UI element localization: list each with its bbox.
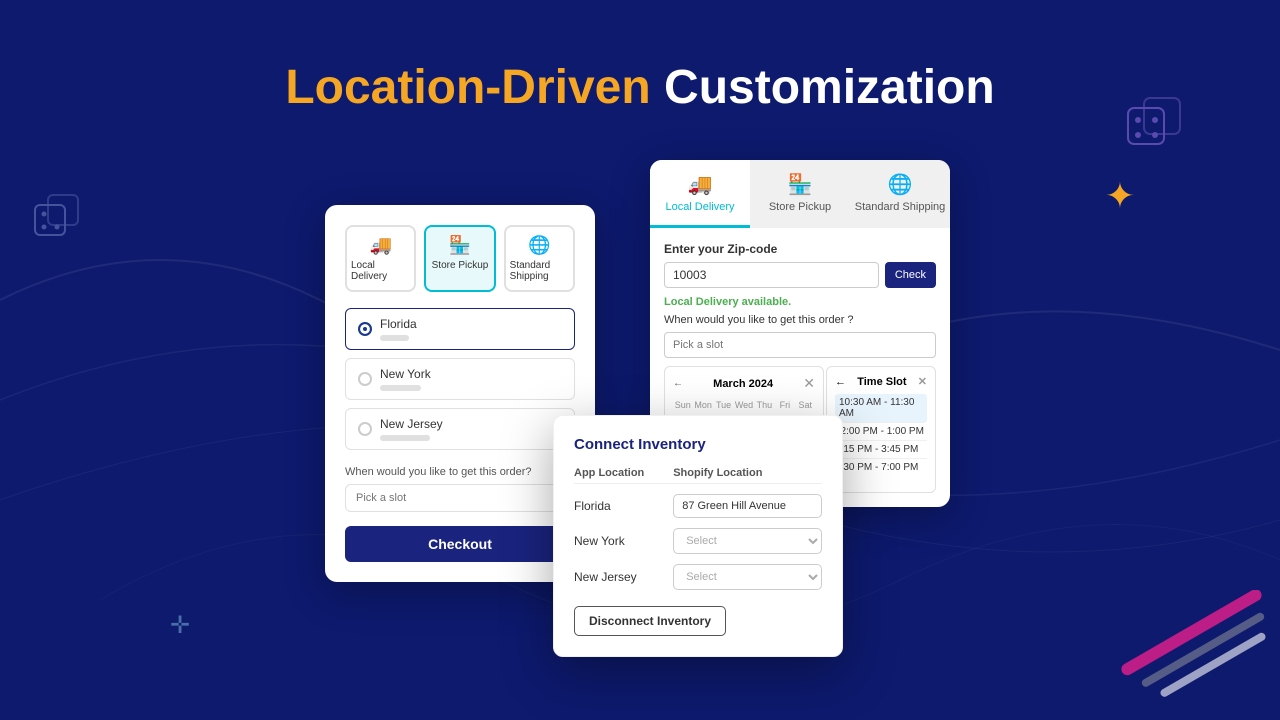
dice-right-icon xyxy=(1120,90,1190,165)
cal-prev-icon[interactable]: ← xyxy=(673,378,683,389)
new-york-label: New York xyxy=(380,367,431,381)
modal-col-shopify-header: Shopify Location xyxy=(673,467,822,479)
disconnect-inventory-button[interactable]: Disconnect Inventory xyxy=(574,606,726,636)
cal-day-tue: Tue xyxy=(714,398,733,412)
cal-header: ← March 2024 ✕ xyxy=(673,375,815,392)
cal-day-thu: Thu xyxy=(755,398,774,412)
tab-standard-shipping-right[interactable]: 🌐 Standard Shipping xyxy=(850,160,950,228)
star-icon: ✦ xyxy=(1105,175,1135,217)
modal-title: Connect Inventory xyxy=(574,436,822,453)
cal-day-fri: Fri xyxy=(775,398,794,412)
delivery-tabs-right: 🚚 Local Delivery 🏪 Store Pickup 🌐 Standa… xyxy=(650,160,950,228)
cal-day-sat: Sat xyxy=(796,398,815,412)
modal-florida-label: Florida xyxy=(574,499,673,513)
modal-florida-input[interactable] xyxy=(673,494,822,518)
tab-standard-shipping-left[interactable]: 🌐 Standard Shipping xyxy=(504,225,575,292)
tab-standard-shipping-label-right: Standard Shipping xyxy=(855,201,946,213)
slot-input-right[interactable] xyxy=(664,332,936,358)
tab-store-pickup-right[interactable]: 🏪 Store Pickup xyxy=(750,160,850,228)
cal-month: March 2024 xyxy=(713,378,773,390)
dice-left-icon xyxy=(30,190,85,250)
time-slot-item-1[interactable]: 12:00 PM - 1:00 PM xyxy=(835,423,927,441)
cal-day-mon: Mon xyxy=(693,398,712,412)
modal-row-florida: Florida xyxy=(574,494,822,518)
zip-row: Check xyxy=(664,262,936,288)
time-slot-item-2[interactable]: 3:15 PM - 3:45 PM xyxy=(835,441,927,459)
cross-icon: ✛ xyxy=(170,611,190,640)
new-jersey-bar xyxy=(380,435,430,441)
cal-day-sun: Sun xyxy=(673,398,692,412)
slot-input-left[interactable] xyxy=(345,484,575,512)
modal-row-new-york: New York Select xyxy=(574,528,822,554)
title-white: Customization xyxy=(664,61,995,114)
when-label-right: When would you like to get this order ? xyxy=(664,314,936,326)
time-slot-title: Time Slot xyxy=(857,376,906,388)
florida-label: Florida xyxy=(380,317,417,331)
modal-new-york-label: New York xyxy=(574,534,673,548)
modal-table-header: App Location Shopify Location xyxy=(574,467,822,484)
time-slot-item-3[interactable]: 5:30 PM - 7:00 PM xyxy=(835,459,927,476)
time-slot-prev-icon[interactable]: ← xyxy=(835,376,846,388)
store-pickup-icon-left: 🏪 xyxy=(449,235,471,256)
new-jersey-label: New Jersey xyxy=(380,417,443,431)
delivery-available-text: Local Delivery available. xyxy=(664,296,936,308)
delivery-tabs-left: 🚚 Local Delivery 🏪 Store Pickup 🌐 Standa… xyxy=(345,225,575,292)
location-options: Florida New York New Jersey xyxy=(345,308,575,450)
tab-local-delivery-label-left: Local Delivery xyxy=(351,260,410,282)
standard-shipping-icon-right: 🌐 xyxy=(888,172,913,197)
location-new-jersey[interactable]: New Jersey xyxy=(345,408,575,450)
local-delivery-icon-right: 🚚 xyxy=(688,172,713,197)
tab-store-pickup-label-left: Store Pickup xyxy=(432,260,489,271)
tab-store-pickup-label-right: Store Pickup xyxy=(769,201,831,213)
modal-col-app-header: App Location xyxy=(574,467,673,479)
radio-new-jersey xyxy=(358,422,372,436)
order-time-label: When would you like to get this order? xyxy=(345,466,575,478)
tab-local-delivery-label-right: Local Delivery xyxy=(665,201,734,213)
connect-inventory-modal: Connect Inventory App Location Shopify L… xyxy=(553,415,843,657)
time-slot-close-icon[interactable]: ✕ xyxy=(918,375,927,388)
zip-check-button[interactable]: Check xyxy=(885,262,936,288)
page-title: Location-Driven Customization xyxy=(285,60,994,115)
cal-close-icon[interactable]: ✕ xyxy=(803,375,815,392)
zip-input[interactable] xyxy=(664,262,879,288)
tab-local-delivery-right[interactable]: 🚚 Local Delivery xyxy=(650,160,750,228)
modal-new-jersey-label: New Jersey xyxy=(574,570,673,584)
location-florida[interactable]: Florida xyxy=(345,308,575,350)
tab-local-delivery-left[interactable]: 🚚 Local Delivery xyxy=(345,225,416,292)
tab-store-pickup-left[interactable]: 🏪 Store Pickup xyxy=(424,225,495,292)
location-new-york[interactable]: New York xyxy=(345,358,575,400)
zip-label: Enter your Zip-code xyxy=(664,242,936,256)
modal-new-jersey-select[interactable]: Select xyxy=(673,564,822,590)
florida-bar xyxy=(380,335,409,341)
modal-new-jersey-select-container: Select xyxy=(673,564,822,590)
modal-florida-select-container xyxy=(673,494,822,518)
title-orange: Location-Driven xyxy=(285,61,650,114)
modal-new-york-select-container: Select xyxy=(673,528,822,554)
local-delivery-icon-left: 🚚 xyxy=(369,235,391,256)
checkout-button[interactable]: Checkout xyxy=(345,526,575,562)
radio-florida xyxy=(358,322,372,336)
tab-standard-shipping-label-left: Standard Shipping xyxy=(510,260,569,282)
time-slot-item-0[interactable]: 10:30 AM - 11:30 AM xyxy=(835,394,927,423)
modal-row-new-jersey: New Jersey Select xyxy=(574,564,822,590)
standard-shipping-icon-left: 🌐 xyxy=(528,235,550,256)
store-pickup-icon-right: 🏪 xyxy=(788,172,813,197)
cal-day-wed: Wed xyxy=(734,398,753,412)
time-slot-header: ← Time Slot ✕ xyxy=(835,375,927,388)
radio-new-york xyxy=(358,372,372,386)
new-york-bar xyxy=(380,385,421,391)
modal-new-york-select[interactable]: Select xyxy=(673,528,822,554)
